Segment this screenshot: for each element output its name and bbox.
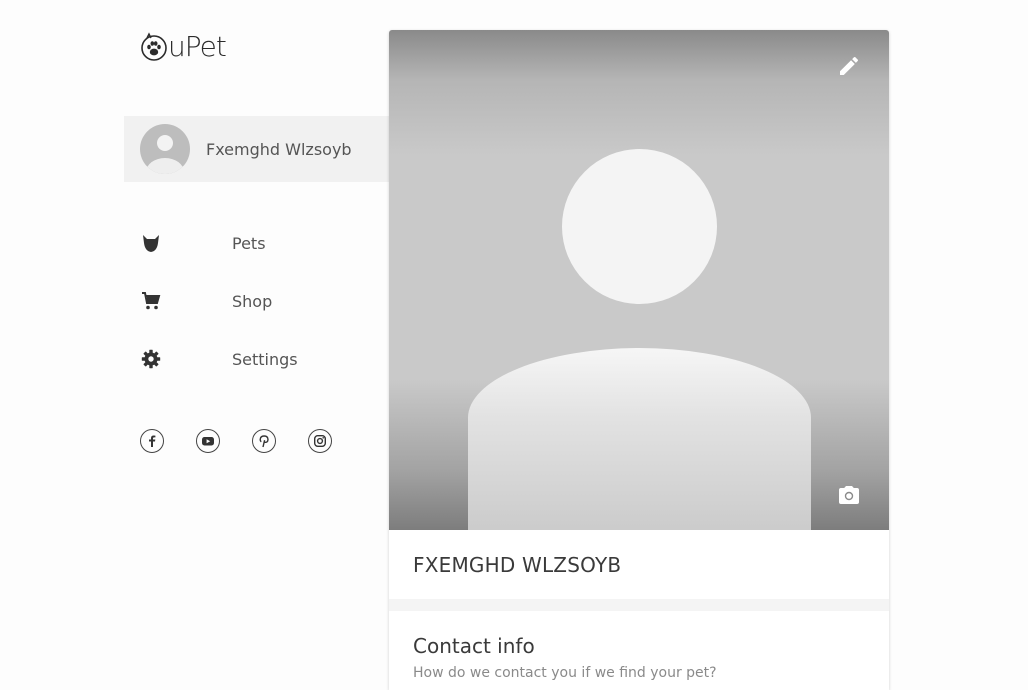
social-links (140, 429, 364, 453)
placeholder-body (468, 348, 811, 530)
instagram-link[interactable] (308, 429, 332, 453)
user-avatar-icon (140, 124, 190, 174)
section-title: Contact info (413, 634, 535, 658)
pet-profile-card: FXEMGHD WLZSOYB Contact info How do we c… (389, 30, 889, 690)
sidebar-item-label: Settings (232, 349, 298, 369)
pinterest-link[interactable] (252, 429, 276, 453)
instagram-icon (314, 435, 327, 448)
youtube-link[interactable] (196, 429, 220, 453)
app-logo[interactable]: uPet (139, 30, 227, 63)
contact-info-section: Contact info How do we contact you if we… (389, 611, 889, 690)
change-photo-button[interactable] (837, 483, 861, 507)
sidebar-item-label: Pets (232, 233, 266, 253)
edit-button[interactable] (837, 54, 861, 78)
sidebar-item-label: Shop (232, 291, 273, 311)
camera-icon (839, 486, 859, 504)
sidebar-item-shop[interactable]: Shop (124, 272, 389, 330)
section-divider (389, 599, 889, 611)
sidebar-profile[interactable]: Fxemghd Wlzsoyb (124, 116, 389, 182)
profile-name-bar: FXEMGHD WLZSOYB (389, 530, 889, 599)
paw-logo-icon (141, 32, 167, 61)
sidebar-item-pets[interactable]: Pets (124, 214, 389, 272)
pencil-icon (840, 56, 859, 75)
pinterest-icon (259, 435, 269, 448)
youtube-icon (202, 437, 214, 446)
profile-cover-photo (389, 30, 889, 530)
avatar (140, 124, 190, 174)
placeholder-head (562, 149, 717, 304)
cart-icon (140, 290, 162, 312)
sidebar: uPet Fxemghd Wlzsoyb Pets Shop Settings (124, 0, 389, 680)
profile-title: FXEMGHD WLZSOYB (413, 553, 622, 577)
logo-text: uPet (168, 30, 227, 63)
dog-icon (140, 232, 162, 254)
sidebar-nav: Pets Shop Settings (124, 214, 389, 388)
facebook-link[interactable] (140, 429, 164, 453)
section-subtitle: How do we contact you if we find your pe… (413, 665, 717, 681)
gear-icon (140, 348, 162, 370)
profile-name: Fxemghd Wlzsoyb (206, 139, 352, 159)
sidebar-item-settings[interactable]: Settings (124, 330, 389, 388)
facebook-icon (149, 435, 156, 447)
